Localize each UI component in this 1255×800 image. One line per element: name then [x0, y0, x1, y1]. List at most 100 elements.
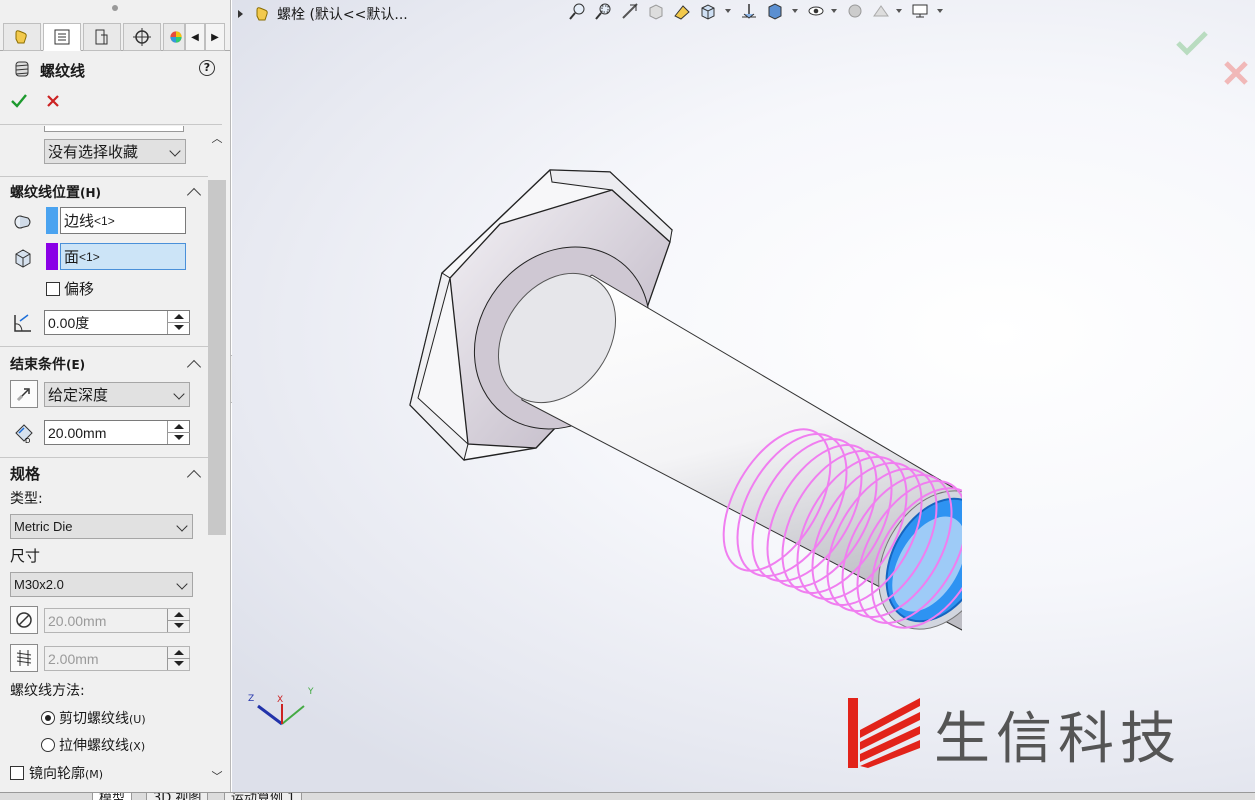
section-divider — [0, 346, 222, 347]
depth-input[interactable]: 20.00mm — [44, 420, 190, 445]
axis-x-label: X — [277, 695, 283, 705]
section-view-icon[interactable] — [645, 0, 667, 22]
method-label: 螺纹线方法: — [10, 683, 85, 699]
scroll-thumb[interactable] — [208, 180, 226, 535]
depth-spinner[interactable] — [167, 421, 190, 444]
help-icon[interactable]: ? — [199, 60, 215, 76]
feature-title: 螺纹线 — [40, 62, 86, 80]
monitor-icon[interactable] — [909, 0, 931, 22]
tab-model[interactable]: 模型 — [92, 793, 133, 800]
tabs-scroll-left[interactable]: ◀ — [185, 23, 205, 51]
view-orientation-icon[interactable] — [697, 0, 719, 22]
zoom-to-area-icon[interactable] — [593, 0, 615, 22]
pitch-input[interactable]: 2.00mm — [44, 646, 190, 671]
pitch-icon — [16, 650, 32, 666]
angle-value: 0.00度 — [48, 314, 90, 331]
ok-check-icon[interactable] — [10, 92, 28, 110]
angle-icon — [14, 314, 31, 332]
mirror-profile-checkbox[interactable] — [10, 766, 24, 780]
reverse-direction-icon — [16, 388, 30, 402]
end-condition-dropdown[interactable]: 给定深度 — [44, 382, 190, 407]
manager-tabbar: ◀ ▶ — [0, 23, 230, 51]
confirm-ok-icon[interactable] — [1175, 28, 1209, 58]
tab-3d-view[interactable]: 3D 视图 — [146, 793, 209, 800]
depth-value: 20.00mm — [48, 424, 107, 441]
mirror-profile-label: 镜向轮廓(M) — [29, 766, 104, 782]
edge-selection-box[interactable]: 边线 <1> — [60, 207, 186, 234]
collapse-position-icon[interactable] — [186, 187, 202, 203]
section-title-end-condition[interactable]: 结束条件(E) — [10, 354, 85, 374]
collapse-spec-icon[interactable] — [186, 469, 202, 485]
thread-type-value: Metric Die — [14, 519, 73, 534]
pitch-spinner[interactable] — [167, 647, 190, 670]
favorites-toolbar[interactable] — [44, 126, 184, 132]
bottom-tab-bar: 模型 3D 视图 运动算例 1 — [0, 792, 1255, 800]
diameter-override-button[interactable] — [10, 606, 38, 634]
axis-y-label: Y — [307, 687, 314, 697]
section-title-spec[interactable]: 规格 — [10, 463, 40, 484]
cut-thread-radio[interactable] — [41, 711, 55, 725]
scroll-up-icon[interactable]: ︿ — [210, 130, 224, 145]
cut-thread-label: 剪切螺纹线(U) — [59, 711, 146, 727]
thread-type-dropdown[interactable]: Metric Die — [10, 514, 193, 539]
favorites-dropdown[interactable]: 没有选择收藏 — [44, 139, 186, 164]
previous-view-icon[interactable] — [619, 0, 641, 22]
confirm-cancel-icon[interactable] — [1221, 58, 1251, 88]
pitch-override-button[interactable] — [10, 644, 38, 672]
size-label: 尺寸 — [10, 547, 41, 565]
display-style-caret-icon[interactable] — [792, 9, 798, 13]
diameter-spinner[interactable] — [167, 609, 190, 632]
tab-property-manager[interactable] — [43, 23, 81, 51]
face-select-icon — [15, 249, 31, 268]
view-settings-caret-icon[interactable] — [937, 9, 943, 13]
thread-size-dropdown[interactable]: M30x2.0 — [10, 572, 193, 597]
bolt-3d-model[interactable] — [402, 160, 962, 640]
logo-mark-icon — [848, 698, 920, 768]
tab-display-manager[interactable] — [163, 23, 185, 51]
section-title-position[interactable]: 螺纹线位置(H) — [10, 182, 101, 202]
apply-scene-caret-icon[interactable] — [896, 9, 902, 13]
feature-manager-icon — [15, 30, 27, 44]
tab-configuration-manager[interactable] — [83, 23, 121, 51]
pitch-value: 2.00mm — [48, 650, 99, 667]
hide-show-icon[interactable] — [805, 0, 827, 22]
panel-grip[interactable] — [112, 5, 118, 11]
tab-motion-study[interactable]: 运动算例 1 — [224, 793, 303, 800]
display-style-icon[interactable] — [764, 0, 786, 22]
tab-dimxpert-manager[interactable] — [123, 23, 161, 51]
section-divider — [0, 457, 222, 458]
collapse-end-condition-icon[interactable] — [186, 359, 202, 375]
angle-spinner[interactable] — [167, 311, 190, 334]
apply-scene-icon[interactable] — [870, 0, 892, 22]
face-color-chip — [46, 243, 58, 270]
edge-select-icon — [14, 215, 31, 229]
scroll-down-icon[interactable]: ﹀ — [210, 768, 224, 783]
diameter-icon — [16, 612, 32, 628]
edit-appearance-icon[interactable] — [844, 0, 866, 22]
thread-size-value: M30x2.0 — [14, 577, 64, 592]
graphics-viewport[interactable]: 螺栓 (默认<<默认... Z X Y 生信科技 — [232, 0, 1255, 792]
face-selection-tag: <1> — [79, 249, 100, 264]
reverse-direction-button[interactable] — [10, 380, 38, 408]
cancel-x-icon[interactable] — [44, 92, 62, 110]
angle-input[interactable]: 0.00度 — [44, 310, 190, 335]
extrude-thread-radio[interactable] — [41, 738, 55, 752]
tab-feature-manager[interactable] — [3, 23, 41, 51]
property-manager-icon — [54, 29, 70, 45]
normal-to-icon[interactable] — [738, 0, 760, 22]
expand-arrow-icon[interactable] — [238, 10, 243, 18]
face-selection-box[interactable]: 面 <1> — [60, 243, 186, 270]
dynamic-annotation-icon[interactable] — [671, 0, 693, 22]
type-label: 类型: — [10, 491, 43, 507]
offset-checkbox[interactable] — [46, 282, 60, 296]
breadcrumb[interactable]: 螺栓 (默认<<默认... — [238, 4, 408, 24]
view-orientation-caret-icon[interactable] — [725, 9, 731, 13]
property-scroll-area: 没有选择收藏 螺纹线位置(H) 边线 <1> 面 <1> 偏移 0.00度 结束… — [0, 126, 230, 788]
hide-show-caret-icon[interactable] — [831, 9, 837, 13]
panel-scrollbar[interactable]: ︿ ﹀ — [208, 130, 226, 788]
tabs-scroll-right[interactable]: ▶ — [205, 23, 225, 51]
diameter-input[interactable]: 20.00mm — [44, 608, 190, 633]
end-condition-value: 给定深度 — [48, 386, 109, 404]
favorites-dropdown-value: 没有选择收藏 — [48, 143, 139, 161]
zoom-to-fit-icon[interactable] — [567, 0, 589, 22]
